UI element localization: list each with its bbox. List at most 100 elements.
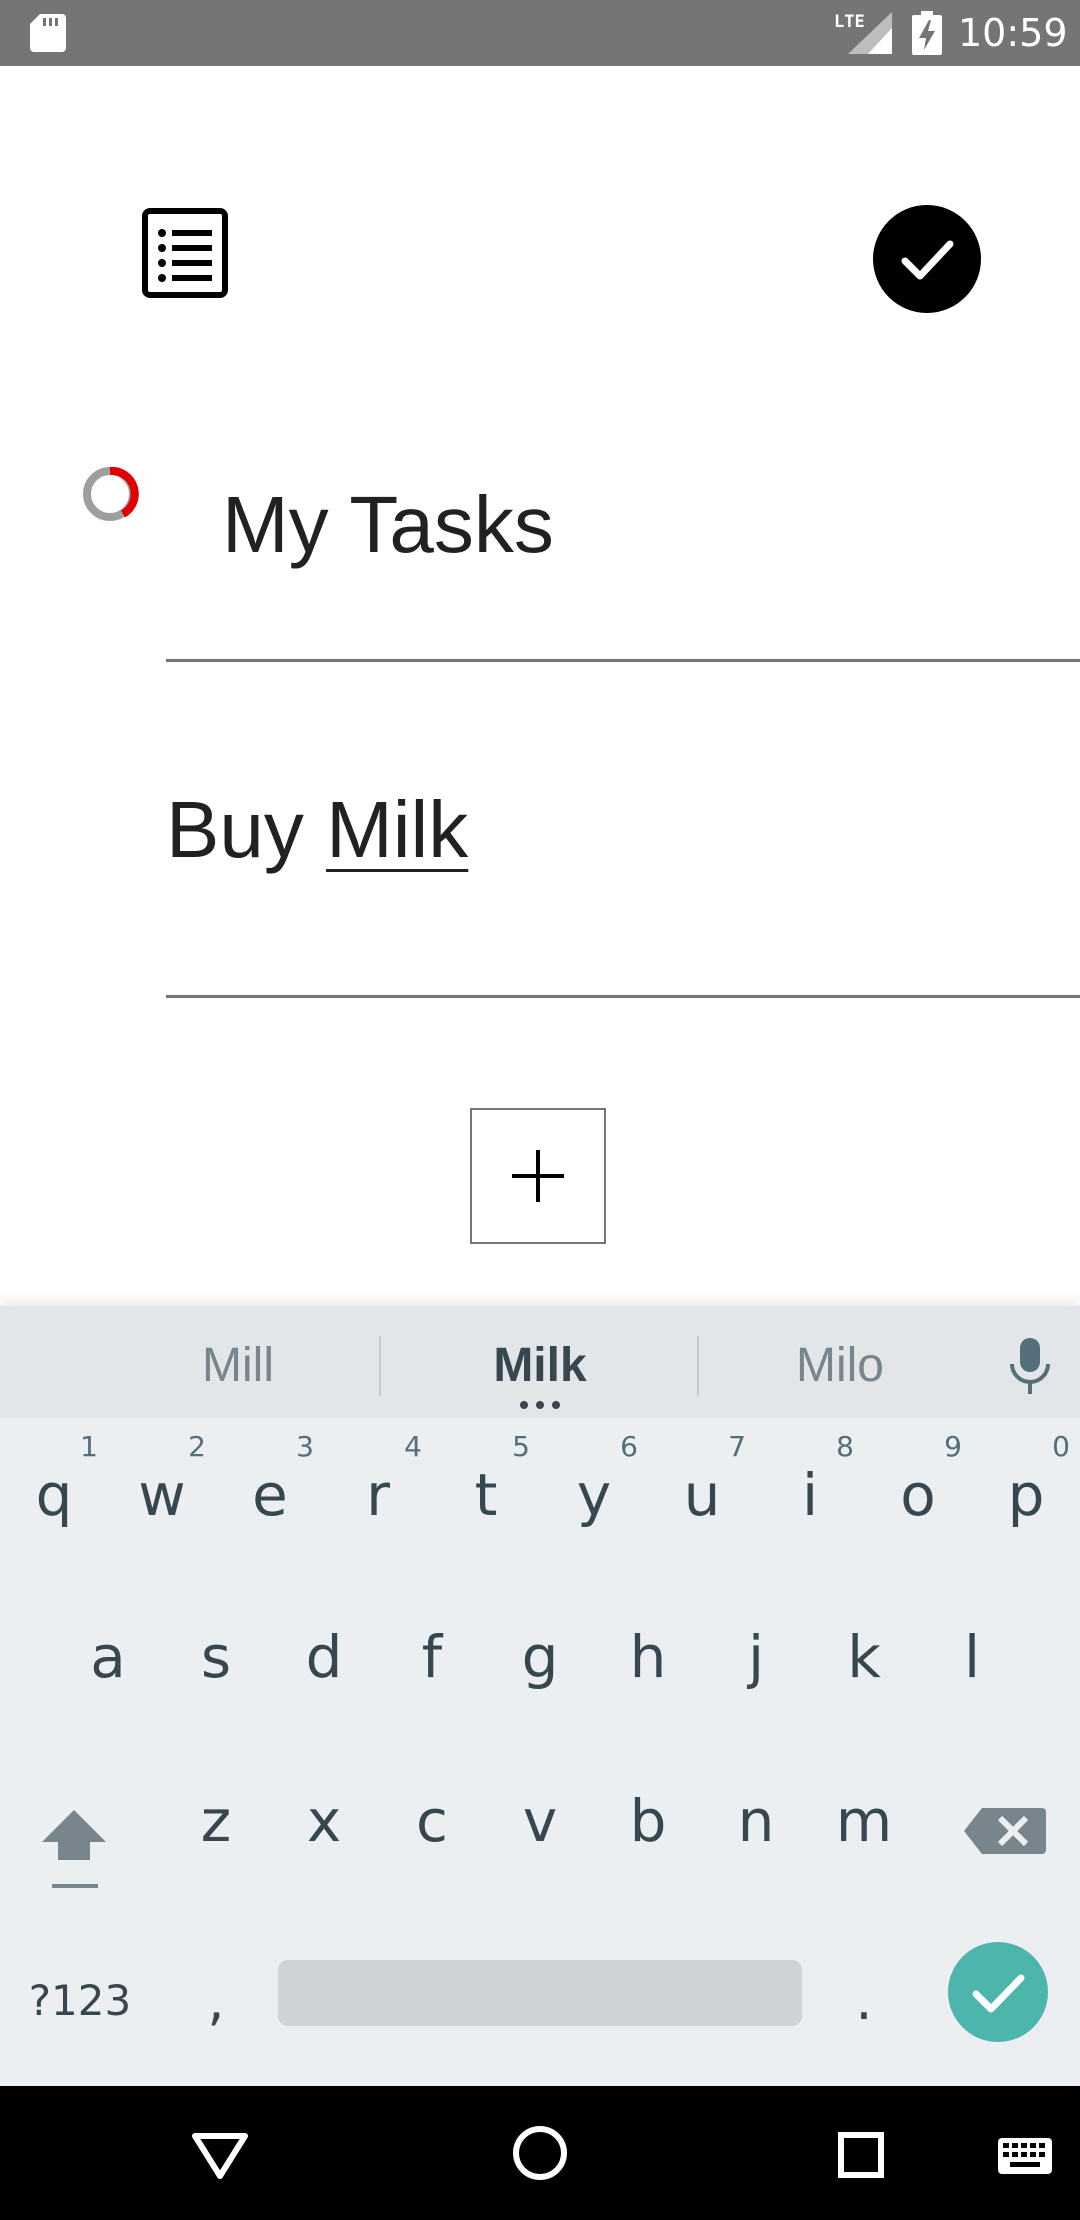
list-icon[interactable] [142,208,228,298]
key-number: 2 [188,1430,206,1463]
key-letter: u [683,1461,721,1529]
key[interactable]: f [378,1582,486,1742]
key-number: 0 [1052,1430,1070,1463]
backspace-key[interactable] [960,1786,1050,1876]
key[interactable]: 4r [324,1418,432,1578]
key[interactable]: j [702,1582,810,1742]
key-letter: e [252,1461,288,1529]
key-number: 5 [512,1430,530,1463]
more-suggestions-icon[interactable] [516,1400,564,1410]
check-circle-icon[interactable] [872,204,982,314]
key[interactable]: h [594,1582,702,1742]
suggestion-divider [379,1336,381,1396]
key[interactable]: v [486,1746,594,1906]
title-underline [166,659,1080,662]
key[interactable]: 0p [972,1418,1080,1578]
back-icon[interactable] [160,2086,280,2220]
key-letter: b [629,1787,667,1855]
key-number: 8 [836,1430,854,1463]
key-letter: v [522,1787,558,1855]
signal-icon: LTE [834,12,892,54]
key[interactable]: 1q [0,1418,108,1578]
key[interactable]: x [270,1746,378,1906]
key-letter: p [1007,1461,1045,1529]
suggestion-item[interactable]: Milo [690,1306,990,1418]
navigation-bar [0,2086,1080,2220]
soft-keyboard: Mill Milk Milo 1q 2w 3e 4r 5t 6y 7u 8i 9… [0,1306,1080,2086]
key-letter: m [835,1787,893,1855]
key[interactable]: l [918,1582,1026,1742]
key[interactable]: 7u [648,1418,756,1578]
key-letter: f [421,1623,443,1691]
key-letter: n [737,1787,775,1855]
period-key[interactable]: . [824,1946,904,2056]
microphone-icon[interactable] [1006,1336,1054,1396]
key-number: 4 [404,1430,422,1463]
status-time: 10:59 [958,11,1068,55]
task-text: Buy Milk [166,760,468,900]
symbols-key[interactable]: ?123 [20,1946,140,2056]
battery-charging-icon [912,11,942,55]
key-letter: o [900,1461,936,1529]
key[interactable]: g [486,1582,594,1742]
comma-key[interactable]: , [176,1946,256,2056]
task-word-composing: Milk [326,785,469,874]
enter-key[interactable] [948,1942,1048,2042]
key[interactable]: 8i [756,1418,864,1578]
key-letter: w [138,1461,186,1529]
key-letter: k [847,1623,881,1691]
key[interactable]: 6y [540,1418,648,1578]
keyboard-icon[interactable] [990,2086,1060,2220]
key[interactable]: z [162,1746,270,1906]
suggestion-item[interactable]: Mill [88,1306,388,1418]
recents-icon[interactable] [800,2086,920,2220]
check-icon [972,1974,1025,2013]
list-title-text: My Tasks [222,480,554,569]
sd-card-icon [30,14,66,52]
key-letter: h [629,1623,667,1691]
network-type-label: LTE [834,12,865,32]
shift-arrow-icon [42,1810,106,1888]
key[interactable]: d [270,1582,378,1742]
key[interactable]: k [810,1582,918,1742]
key-letter: g [521,1623,559,1691]
key-letter: s [200,1623,232,1691]
key-letter: a [90,1623,126,1691]
key-letter: z [200,1787,232,1855]
key-letter: x [306,1787,342,1855]
key-number: 9 [944,1430,962,1463]
key[interactable]: 5t [432,1418,540,1578]
list-title-field[interactable]: My Tasks [166,470,1080,662]
add-task-button[interactable] [470,1108,606,1244]
key[interactable]: m [810,1746,918,1906]
key-letter: y [576,1461,612,1529]
key[interactable]: a [54,1582,162,1742]
key[interactable]: 9o [864,1418,972,1578]
key[interactable]: n [702,1746,810,1906]
status-bar: LTE 10:59 [0,0,1080,66]
plus-icon [512,1150,564,1202]
key-letter: c [416,1787,448,1855]
backspace-icon [964,1808,1046,1854]
key[interactable]: 3e [216,1418,324,1578]
key[interactable]: c [378,1746,486,1906]
key-letter: r [366,1461,390,1529]
key-number: 6 [620,1430,638,1463]
spacebar[interactable] [278,1960,802,2026]
task-underline [166,995,1080,998]
key-letter: j [747,1623,765,1691]
key-letter: q [35,1461,73,1529]
key[interactable]: b [594,1746,702,1906]
key-number: 1 [80,1430,98,1463]
key[interactable]: 2w [108,1418,216,1578]
key-letter: t [474,1461,498,1529]
progress-ring-icon [83,466,139,521]
key-number: 3 [296,1430,314,1463]
shift-key[interactable] [30,1776,120,1926]
key-letter: d [305,1623,343,1691]
suggestion-strip: Mill Milk Milo [0,1306,1080,1418]
key[interactable]: s [162,1582,270,1742]
task-input[interactable]: Buy Milk [166,760,1080,998]
key-number: 7 [728,1430,746,1463]
home-icon[interactable] [480,2086,600,2220]
